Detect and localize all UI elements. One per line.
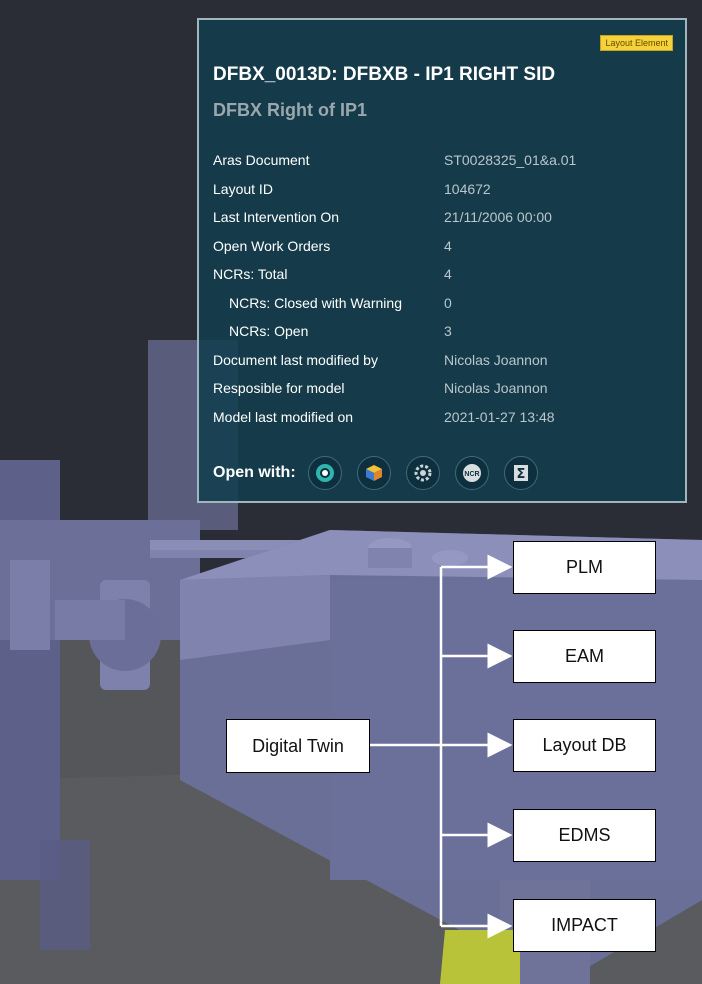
cog-tool-icon[interactable] (405, 456, 440, 490)
property-label: Model last modified on (213, 408, 354, 425)
impact-box: IMPACT (513, 899, 656, 952)
ncr-icon-text: NCR (464, 471, 479, 478)
eam-box: EAM (513, 630, 656, 683)
ncr-tool-icon[interactable]: NCR (454, 456, 489, 490)
property-value: Nicolas Joannon (444, 351, 548, 368)
properties-list: Aras Document ST0028325_01&a.01 Layout I… (213, 146, 683, 431)
digital-twin-box: Digital Twin (226, 719, 370, 773)
property-row: NCRs: Total 4 (213, 260, 683, 289)
property-label: NCRs: Total (213, 266, 288, 283)
property-value: 0 (444, 294, 452, 311)
property-value: 4 (444, 266, 452, 283)
open-with-toolbar: Open with: NCR Σ (213, 453, 553, 493)
property-row: Model last modified on 2021-01-27 13:48 (213, 403, 683, 432)
open-with-label: Open with: (213, 464, 296, 481)
property-row: Resposible for model Nicolas Joannon (213, 374, 683, 403)
property-row: NCRs: Closed with Warning 0 (213, 289, 683, 318)
property-label: Last Intervention On (213, 209, 340, 226)
property-label: NCRs: Closed with Warning (229, 294, 402, 311)
sigma-tool-icon[interactable]: Σ (503, 456, 538, 490)
gear-tool-icon[interactable] (307, 456, 342, 490)
property-row: NCRs: Open 3 (213, 317, 683, 346)
layout-db-box: Layout DB (513, 719, 656, 772)
property-row: Open Work Orders 4 (213, 232, 683, 261)
property-label: Document last modified by (213, 351, 378, 368)
property-row: Aras Document ST0028325_01&a.01 (213, 146, 683, 175)
property-label: Aras Document (213, 152, 310, 169)
property-value: ST0028325_01&a.01 (444, 152, 577, 169)
property-value: 4 (444, 237, 452, 254)
edms-box: EDMS (513, 809, 656, 862)
property-row: Document last modified by Nicolas Joanno… (213, 346, 683, 375)
layout-element-panel: Layout Element DFBX_0013D: DFBXB - IP1 R… (197, 18, 687, 503)
property-label: Open Work Orders (213, 237, 331, 254)
property-label: NCRs: Open (229, 323, 309, 340)
package-tool-icon[interactable] (356, 456, 391, 490)
element-title: DFBX_0013D: DFBXB - IP1 RIGHT SID (213, 64, 556, 85)
property-value: 104672 (444, 180, 491, 197)
property-value: 21/11/2006 00:00 (444, 209, 552, 226)
property-label: Layout ID (213, 180, 273, 197)
property-row: Last Intervention On 21/11/2006 00:00 (213, 203, 683, 232)
plm-box: PLM (513, 541, 656, 594)
property-value: 2021-01-27 13:48 (444, 408, 555, 425)
layout-element-badge: Layout Element (600, 35, 673, 51)
property-value: 3 (444, 323, 452, 340)
element-subtitle: DFBX Right of IP1 (213, 100, 367, 120)
sigma-icon-text: Σ (516, 467, 525, 482)
property-value: Nicolas Joannon (444, 380, 548, 397)
property-label: Resposible for model (213, 380, 345, 397)
property-row: Layout ID 104672 (213, 175, 683, 204)
